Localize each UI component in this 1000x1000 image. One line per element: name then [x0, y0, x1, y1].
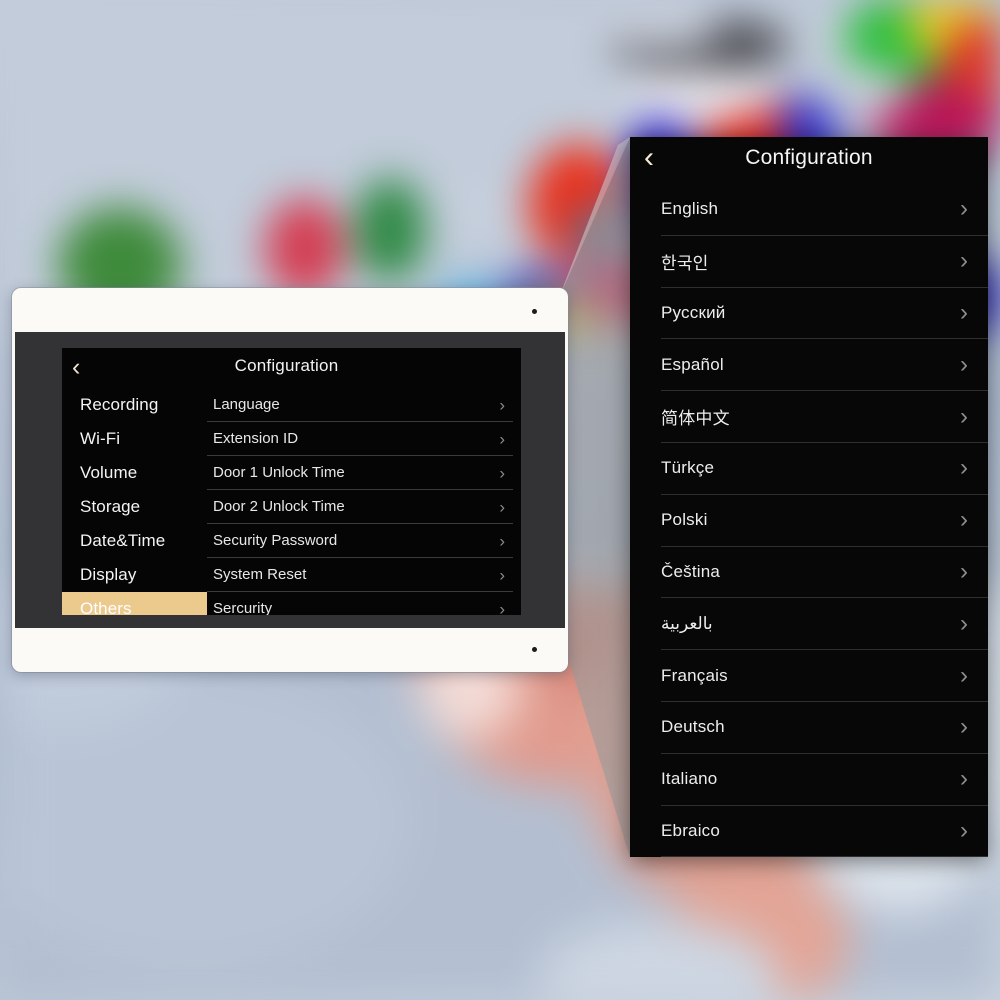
- language-row[interactable]: Русский ›: [661, 288, 988, 340]
- settings-row-label: Security Password: [213, 532, 338, 549]
- language-label: Ebraico: [661, 820, 721, 840]
- settings-row-label: Sercurity: [213, 600, 273, 615]
- sidebar-item[interactable]: Storage: [62, 490, 207, 524]
- language-row[interactable]: English ›: [661, 184, 988, 236]
- device-screen-body: Recording Wi-Fi Volume Storage Date&Time Disp…: [62, 388, 521, 615]
- settings-row[interactable]: Security Password ›: [207, 524, 513, 558]
- language-label: Español: [661, 354, 724, 374]
- chevron-right-icon: ›: [499, 395, 505, 414]
- language-row[interactable]: بالعربية ›: [661, 598, 988, 651]
- settings-row[interactable]: Extension ID ›: [207, 422, 513, 456]
- settings-row[interactable]: Sercurity ›: [207, 592, 513, 615]
- language-label: بالعربية: [661, 613, 713, 633]
- sidebar-item[interactable]: Display: [62, 558, 207, 592]
- chevron-right-icon: ›: [960, 195, 968, 223]
- chevron-right-icon: ›: [960, 557, 968, 585]
- language-panel: ‹ Configuration English › 한국인 › Русский › Espa…: [630, 137, 988, 857]
- chevron-right-icon: ›: [960, 765, 968, 793]
- language-label: English: [661, 199, 719, 219]
- language-label: 简体中文: [661, 409, 730, 429]
- chevron-right-icon: ›: [499, 565, 505, 584]
- language-label: Français: [661, 665, 728, 685]
- chevron-right-icon: ›: [960, 609, 968, 637]
- chevron-right-icon: ›: [960, 350, 968, 378]
- settings-row[interactable]: Door 2 Unlock Time ›: [207, 490, 513, 524]
- settings-row[interactable]: System Reset ›: [207, 558, 513, 592]
- device-screen-header: ‹ Configuration: [62, 348, 521, 388]
- language-row[interactable]: Ebraico ›: [661, 806, 988, 857]
- language-panel-header: ‹ Configuration: [630, 137, 988, 184]
- chevron-right-icon: ›: [960, 661, 968, 689]
- language-row[interactable]: Deutsch ›: [661, 702, 988, 754]
- chevron-right-icon: ›: [960, 816, 968, 844]
- settings-row[interactable]: Language ›: [207, 388, 513, 422]
- language-label: 한국인: [661, 253, 709, 273]
- settings-row-label: Extension ID: [213, 430, 299, 447]
- chevron-right-icon: ›: [960, 713, 968, 741]
- settings-row-label: Language: [213, 396, 280, 413]
- language-label: Italiano: [661, 769, 718, 789]
- language-list: English › 한국인 › Русский › Español › 简体中文 › Türkçe ›…: [630, 184, 988, 857]
- language-row[interactable]: Français ›: [661, 650, 988, 702]
- device-screen: ‹ Configuration Recording Wi-Fi Volume Stor…: [62, 348, 521, 615]
- language-row[interactable]: Čeština ›: [661, 547, 988, 599]
- sidebar-item[interactable]: Volume: [62, 456, 207, 490]
- language-label: Čeština: [661, 561, 721, 581]
- language-row[interactable]: 한국인 ›: [661, 236, 988, 288]
- chevron-right-icon: ›: [499, 497, 505, 516]
- chevron-right-icon: ›: [960, 247, 968, 275]
- sidebar-item[interactable]: Date&Time: [62, 524, 207, 558]
- camera-dot-top-icon: [532, 309, 537, 314]
- language-row[interactable]: Polski ›: [661, 495, 988, 547]
- screenshot-stage: ‹ Configuration Recording Wi-Fi Volume Stor…: [0, 0, 1000, 1000]
- device-sidebar: Recording Wi-Fi Volume Storage Date&Time Disp…: [62, 388, 207, 615]
- language-row[interactable]: 简体中文 ›: [661, 391, 988, 443]
- language-label: Deutsch: [661, 717, 725, 737]
- chevron-right-icon: ›: [499, 531, 505, 550]
- chevron-right-icon: ›: [499, 599, 505, 615]
- device-screen-title: Configuration: [234, 356, 339, 375]
- settings-row-label: Door 2 Unlock Time: [213, 498, 345, 515]
- chevron-right-icon: ›: [960, 506, 968, 534]
- device-settings-list: Language › Extension ID › Door 1 Unlock Time…: [207, 388, 521, 615]
- language-label: Русский: [661, 302, 726, 322]
- language-label: Polski: [661, 510, 708, 530]
- chevron-right-icon: ›: [499, 429, 505, 448]
- chevron-right-icon: ›: [960, 298, 968, 326]
- chevron-right-icon: ›: [960, 454, 968, 482]
- sidebar-item[interactable]: Others: [62, 592, 207, 615]
- settings-row[interactable]: Door 1 Unlock Time ›: [207, 456, 513, 490]
- sidebar-item[interactable]: Wi-Fi: [62, 422, 207, 456]
- language-panel-title: Configuration: [745, 146, 873, 169]
- sidebar-item[interactable]: Recording: [62, 388, 207, 422]
- chevron-right-icon: ›: [960, 402, 968, 430]
- language-row[interactable]: Italiano ›: [661, 754, 988, 806]
- camera-dot-bottom-icon: [532, 647, 537, 652]
- settings-row-label: Door 1 Unlock Time: [213, 464, 345, 481]
- chevron-right-icon: ›: [499, 463, 505, 482]
- language-row[interactable]: Español ›: [661, 339, 988, 392]
- settings-row-label: System Reset: [213, 566, 307, 583]
- language-row[interactable]: Türkçe ›: [661, 443, 988, 495]
- language-label: Türkçe: [661, 458, 715, 478]
